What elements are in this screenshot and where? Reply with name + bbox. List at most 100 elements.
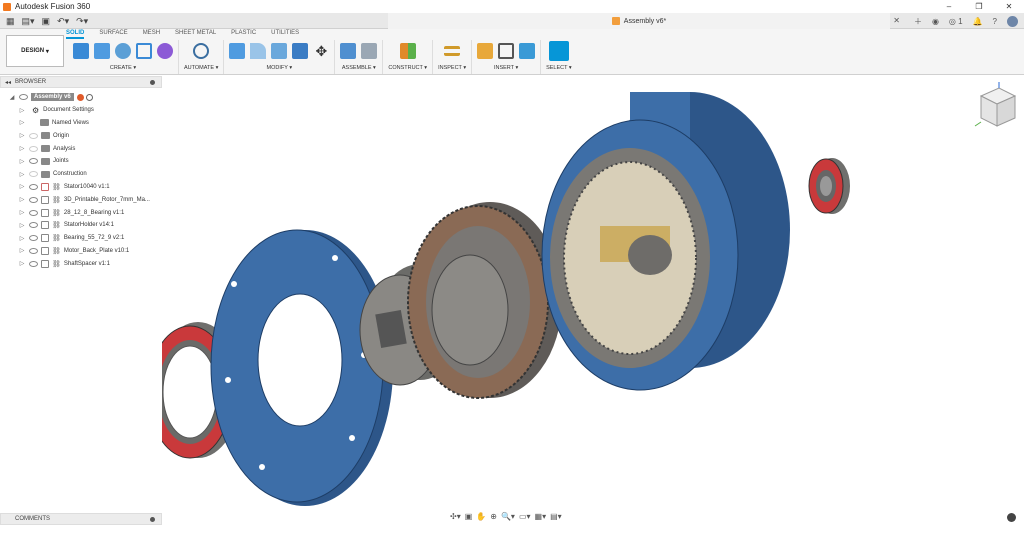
- redo-icon[interactable]: ↷▾: [74, 16, 90, 27]
- automate-icon[interactable]: [193, 43, 210, 59]
- tab-plastic[interactable]: PLASTIC: [231, 30, 256, 39]
- tree-item[interactable]: ▷ ⛓ 28_12_8_Bearing v1:1: [0, 206, 162, 219]
- orbit-icon[interactable]: ✣▾: [450, 512, 461, 521]
- fit-icon[interactable]: 🔍▾: [501, 512, 515, 521]
- tab-solid[interactable]: SOLID: [66, 30, 85, 39]
- rotor[interactable]: [407, 202, 562, 399]
- extrude-icon[interactable]: [94, 43, 110, 59]
- inspect-menu[interactable]: INSPECT ▾: [438, 65, 466, 71]
- visibility-eye-icon[interactable]: [29, 209, 38, 216]
- move-icon[interactable]: ✥: [313, 43, 329, 59]
- form-icon[interactable]: [157, 43, 173, 59]
- expand-arrow-icon[interactable]: ▷: [18, 235, 26, 242]
- tree-item[interactable]: ▷ Joints: [0, 155, 162, 168]
- assemble-menu[interactable]: ASSEMBLE ▾: [342, 65, 376, 71]
- expand-arrow-icon[interactable]: ◢: [8, 94, 16, 101]
- tree-root[interactable]: ◢ Assembly v6: [0, 91, 162, 104]
- insert-menu[interactable]: INSERT ▾: [494, 65, 518, 71]
- tree-item[interactable]: ▷ Construction: [0, 168, 162, 181]
- expand-arrow-icon[interactable]: ▷: [18, 196, 26, 203]
- tree-item[interactable]: ▷ ⚙ Document Settings: [0, 104, 162, 117]
- tree-item[interactable]: ▷ ⛓ Bearing_55_72_9 v2:1: [0, 232, 162, 245]
- create-menu[interactable]: CREATE ▾: [110, 65, 136, 71]
- expand-arrow-icon[interactable]: ▷: [18, 132, 26, 139]
- expand-arrow-icon[interactable]: ▷: [18, 260, 26, 267]
- measure-icon[interactable]: [444, 46, 461, 56]
- sketch-icon[interactable]: [136, 43, 152, 59]
- visibility-eye-icon[interactable]: [29, 260, 38, 267]
- visibility-eye-icon[interactable]: [29, 222, 38, 229]
- collapse-icon[interactable]: ◂◂: [5, 79, 11, 86]
- tab-mesh[interactable]: MESH: [143, 30, 160, 39]
- tree-item[interactable]: ▷ Analysis: [0, 142, 162, 155]
- notifications-bell-icon[interactable]: 🔔: [973, 17, 983, 26]
- expand-arrow-icon[interactable]: ▷: [18, 209, 26, 216]
- insert-derive-icon[interactable]: [477, 43, 494, 59]
- undo-icon[interactable]: ↶▾: [55, 16, 71, 27]
- close-window-button[interactable]: ✕: [994, 0, 1024, 13]
- new-component-icon[interactable]: [73, 43, 89, 59]
- insert-canvas-icon[interactable]: [519, 43, 536, 59]
- document-tab[interactable]: Assembly v6* ✕: [388, 13, 900, 29]
- insert-mesh-icon[interactable]: [498, 43, 515, 59]
- automate-menu[interactable]: AUTOMATE ▾: [184, 65, 218, 71]
- visibility-eye-icon[interactable]: [29, 132, 38, 139]
- tree-item[interactable]: ▷ ⛓ ShaftSpacer v1:1: [0, 257, 162, 270]
- expand-arrow-icon[interactable]: ▷: [18, 247, 26, 254]
- jobs-status-icon[interactable]: ◎ 1: [949, 17, 963, 26]
- user-avatar[interactable]: [1007, 15, 1018, 27]
- minimize-button[interactable]: –: [934, 0, 964, 13]
- display-settings-icon[interactable]: ▭▾: [519, 512, 531, 521]
- tree-item[interactable]: ▷ Origin: [0, 129, 162, 142]
- tree-item[interactable]: ▷ ⛓ 3D_Printable_Rotor_7mm_Ma...: [0, 193, 162, 206]
- apps-grid-icon[interactable]: ▦: [4, 16, 17, 27]
- select-menu[interactable]: SELECT ▾: [546, 65, 572, 71]
- right-bearing[interactable]: [808, 158, 850, 214]
- expand-arrow-icon[interactable]: ▷: [18, 158, 26, 165]
- view-cube[interactable]: [973, 82, 1019, 137]
- look-at-icon[interactable]: ▣: [465, 512, 473, 521]
- visibility-eye-icon[interactable]: [29, 196, 38, 203]
- workspace-switcher[interactable]: DESIGN ▾: [6, 35, 64, 67]
- expand-arrow-icon[interactable]: ▷: [18, 183, 26, 190]
- 3d-viewport[interactable]: [147, 76, 1024, 526]
- chamfer-icon[interactable]: [271, 43, 288, 59]
- visibility-eye-icon[interactable]: [29, 247, 38, 254]
- fillet-icon[interactable]: [250, 43, 267, 59]
- pan-icon[interactable]: ✋: [476, 512, 486, 521]
- motor-back-plate[interactable]: [210, 229, 393, 506]
- expand-arrow-icon[interactable]: ▷: [18, 107, 26, 114]
- model-render[interactable]: [147, 76, 1024, 526]
- expand-arrow-icon[interactable]: ▷: [18, 119, 26, 126]
- tab-utilities[interactable]: UTILITIES: [271, 30, 299, 39]
- new-component-assemble-icon[interactable]: [340, 43, 357, 59]
- help-icon[interactable]: ?: [993, 17, 997, 26]
- visibility-eye-icon[interactable]: [29, 235, 38, 242]
- construct-menu[interactable]: CONSTRUCT ▾: [388, 65, 427, 71]
- close-tab-button[interactable]: ✕: [893, 16, 900, 25]
- comments-panel[interactable]: COMMENTS: [0, 513, 162, 525]
- tree-item[interactable]: ▷ ⛓ StatorHolder v14:1: [0, 219, 162, 232]
- tab-surface[interactable]: SURFACE: [99, 30, 127, 39]
- select-icon[interactable]: [548, 41, 569, 61]
- tree-item[interactable]: ▷ ⛓ Stator10040 v1:1: [0, 181, 162, 194]
- grid-settings-icon[interactable]: ▦▾: [535, 512, 547, 521]
- visibility-eye-icon[interactable]: [29, 158, 38, 165]
- visibility-eye-icon[interactable]: [29, 171, 38, 178]
- expand-arrow-icon[interactable]: ▷: [18, 145, 26, 152]
- expand-arrow-icon[interactable]: ▷: [18, 222, 26, 229]
- shell-icon[interactable]: [292, 43, 309, 59]
- joint-icon[interactable]: [361, 43, 378, 59]
- zoom-icon[interactable]: ⊕: [490, 512, 497, 521]
- visibility-eye-icon[interactable]: [29, 183, 38, 190]
- browser-pin-icon[interactable]: [150, 79, 155, 85]
- tab-sheet-metal[interactable]: SHEET METAL: [175, 30, 216, 39]
- offset-plane-icon[interactable]: [399, 43, 416, 59]
- comments-pin-icon[interactable]: [150, 516, 155, 522]
- file-menu-icon[interactable]: ▤▾: [20, 16, 37, 27]
- save-icon[interactable]: ▣: [40, 16, 53, 27]
- activate-radio-icon[interactable]: [85, 93, 93, 101]
- tree-item[interactable]: ▷ ⛓ Motor_Back_Plate v10:1: [0, 245, 162, 258]
- status-icon[interactable]: [1007, 513, 1016, 522]
- modify-menu[interactable]: MODIFY ▾: [267, 65, 293, 71]
